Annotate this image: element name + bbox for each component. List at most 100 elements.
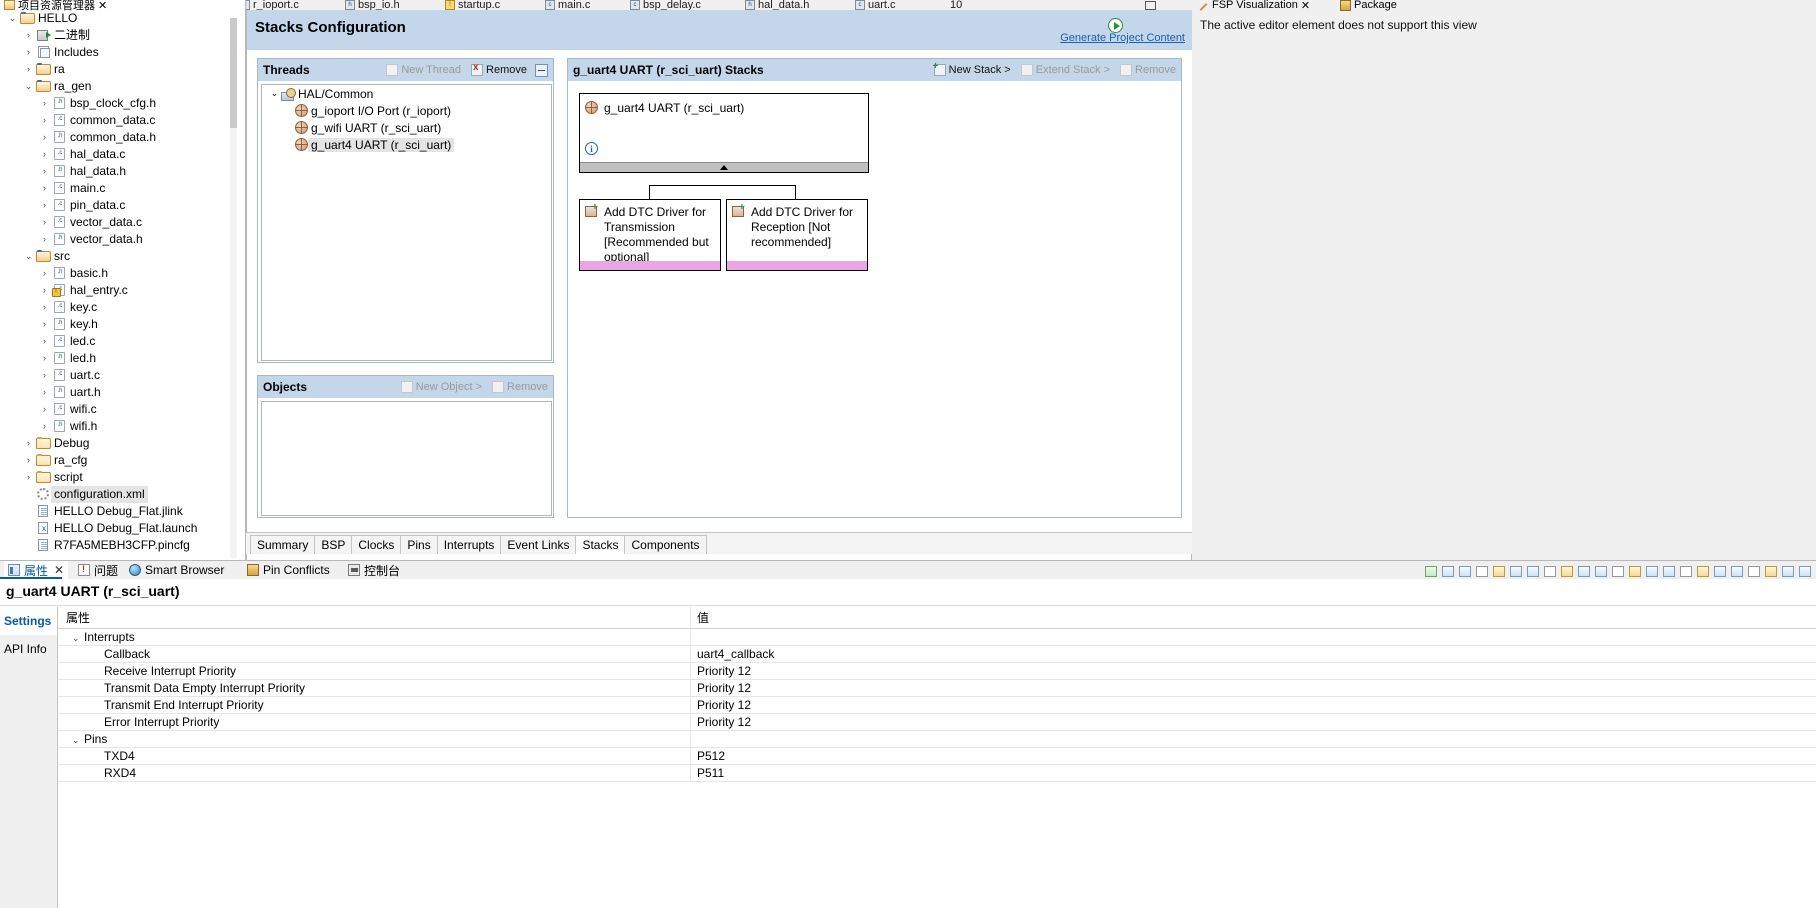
new-object-button[interactable]: New Object > [400, 381, 482, 393]
tree-item-hal-entry-c[interactable]: ›.c hal_entry.c [0, 282, 232, 299]
generate-project-content-link[interactable]: Generate Project Content [1060, 32, 1185, 44]
table-row[interactable]: ⌄ Interrupts [58, 629, 1816, 646]
tree-item-main-c[interactable]: › .c main.c [0, 180, 232, 197]
thread-item-g-ioport[interactable]: g_ioport I/O Port (r_ioport) [262, 102, 551, 119]
chevron-down-icon[interactable]: ⌄ [22, 78, 35, 95]
tree-item-vector-data-c[interactable]: › .c vector_data.c [0, 214, 232, 231]
tree-item-hello-debug-flat-jlink[interactable]: HELLO Debug_Flat.jlink [0, 503, 232, 520]
table-row[interactable]: ⌄ Pins [58, 731, 1816, 748]
tree-item-common-data-c[interactable]: › .c common_data.c [0, 112, 232, 129]
toolbar-icon-maximize[interactable] [1694, 563, 1710, 579]
chevron-down-icon[interactable]: ⌄ [22, 248, 35, 265]
chevron-right-icon[interactable]: › [38, 163, 51, 180]
tree-item-ra-cfg[interactable]: › ra_cfg [0, 452, 232, 469]
tab-components[interactable]: Components [624, 535, 707, 554]
tree-item-hello[interactable]: ⌄ HELLO [0, 10, 232, 27]
property-value[interactable]: P511 [690, 765, 1816, 781]
tab-fsp-visualization[interactable]: FSP Visualization ✕ [1198, 0, 1310, 14]
tree-item-uart-h[interactable]: › .h uart.h [0, 384, 232, 401]
tree-item-led-h[interactable]: › .h led.h [0, 350, 232, 367]
tab-clocks[interactable]: Clocks [351, 535, 402, 554]
toolbar-icon-minimize[interactable] [1677, 563, 1693, 579]
properties-table[interactable]: 属性 值 ⌄ Interrupts Callback uart4_callback Re… [58, 607, 1816, 908]
property-value[interactable]: Priority 12 [690, 680, 1816, 696]
property-value[interactable] [690, 731, 1816, 747]
chevron-right-icon[interactable]: › [22, 61, 35, 78]
chevron-right-icon[interactable]: › [38, 316, 51, 333]
tree-item-wifi-h[interactable]: › .h wifi.h [0, 418, 232, 435]
toolbar-icon-view-menu[interactable] [1660, 563, 1676, 579]
toolbar-icon-open-console[interactable] [1558, 563, 1574, 579]
table-row[interactable]: RXD4 P511 [58, 765, 1816, 782]
toolbar-icon-collapse-all[interactable] [1728, 563, 1744, 579]
chevron-down-icon[interactable]: ⌄ [72, 630, 84, 647]
toolbar-icon-scroll-lock[interactable] [1524, 563, 1540, 579]
tree-item-pin-data-c[interactable]: › .c pin_data.c [0, 197, 232, 214]
thread-item-hal-common[interactable]: ⌄ HAL/Common [262, 85, 551, 102]
chevron-down-icon[interactable]: ⌄ [72, 732, 84, 749]
tree-item-includes[interactable]: › Includes [0, 44, 232, 61]
chevron-right-icon[interactable]: › [22, 452, 35, 469]
remove-object-button[interactable]: Remove [492, 381, 548, 393]
toolbar-icon-expand-all[interactable] [1745, 563, 1761, 579]
close-icon[interactable]: ✕ [1301, 0, 1310, 12]
project-tree[interactable]: ⌄ HELLO › 二进制 › Includes › ra ⌄ ra_gen › .h bsp_cloc… [0, 10, 232, 555]
threads-tree[interactable]: ⌄ HAL/Common g_ioport I/O Port (r_ioport… [261, 84, 552, 361]
toolbar-icon-display-selected[interactable] [1507, 563, 1523, 579]
tree-item-key-c[interactable]: › .c key.c [0, 299, 232, 316]
tab-interrupts[interactable]: Interrupts [436, 535, 502, 554]
toolbar-icon-show-console[interactable] [1626, 563, 1642, 579]
chevron-right-icon[interactable]: › [38, 197, 51, 214]
chevron-right-icon[interactable]: › [38, 350, 51, 367]
table-row[interactable]: Callback uart4_callback [58, 646, 1816, 663]
property-value[interactable]: Priority 12 [690, 663, 1816, 679]
table-row[interactable]: TXD4 P512 [58, 748, 1816, 765]
chevron-right-icon[interactable]: › [38, 265, 51, 282]
property-value[interactable]: P512 [690, 748, 1816, 764]
chevron-right-icon[interactable]: › [22, 435, 35, 452]
tree-item-wifi-c[interactable]: › .c wifi.c [0, 401, 232, 418]
tab-console[interactable]: 控制台 [344, 561, 404, 579]
remove-stack-button[interactable]: Remove [1120, 64, 1176, 76]
thread-item-g-wifi-uart[interactable]: g_wifi UART (r_sci_uart) [262, 119, 551, 136]
toolbar-icon-word-wrap[interactable] [1541, 563, 1557, 579]
tree-item-vector-data-h[interactable]: › .h vector_data.h [0, 231, 232, 248]
toolbar-icon-view-menu-2[interactable] [1796, 563, 1812, 579]
new-stack-button[interactable]: New Stack > [933, 61, 1011, 76]
chevron-down-icon[interactable]: ⌄ [268, 88, 281, 99]
stack-block-g-uart4-uart[interactable]: g_uart4 UART (r_sci_uart) i [579, 93, 869, 173]
toolbar-icon-new-console[interactable] [1422, 563, 1438, 579]
toolbar-icon-restore[interactable] [1711, 563, 1727, 579]
chevron-right-icon[interactable]: › [22, 469, 35, 486]
chevron-right-icon[interactable]: › [38, 401, 51, 418]
project-tree-scrollbar[interactable] [230, 18, 237, 558]
tree-item-bsp-clock-cfg-h[interactable]: › .h bsp_clock_cfg.h [0, 95, 232, 112]
chevron-right-icon[interactable]: › [38, 95, 51, 112]
chevron-right-icon[interactable]: › [38, 112, 51, 129]
chevron-right-icon[interactable]: › [22, 27, 35, 44]
remove-thread-button[interactable]: Remove [471, 62, 527, 76]
property-value[interactable] [690, 629, 1816, 645]
tree-item-common-data-h[interactable]: › .h common_data.h [0, 129, 232, 146]
toolbar-icon-more[interactable] [1779, 563, 1795, 579]
chevron-right-icon[interactable]: › [38, 231, 51, 248]
side-tab-settings[interactable]: Settings [0, 607, 57, 635]
chevron-right-icon[interactable]: › [22, 44, 35, 61]
tab-bsp[interactable]: BSP [314, 535, 353, 554]
chevron-down-icon[interactable]: ⌄ [6, 10, 19, 27]
stacks-canvas[interactable]: g_uart4 UART (r_sci_uart) i Add DTC Driv… [569, 81, 1180, 516]
tree-item-configuration-xml[interactable]: configuration.xml [0, 486, 232, 503]
tree-item-r7fa5mebh3cfp-pincfg[interactable]: R7FA5MEBH3CFP.pincfg [0, 537, 232, 554]
chevron-right-icon[interactable]: › [38, 299, 51, 316]
chevron-right-icon[interactable]: › [38, 214, 51, 231]
toolbar-icon-remove-all[interactable] [1609, 563, 1625, 579]
chevron-right-icon[interactable]: › [38, 384, 51, 401]
tab-package[interactable]: Package [1340, 0, 1397, 14]
tree-item-[interactable]: › 二进制 [0, 27, 232, 44]
toolbar-icon-clear[interactable] [1473, 563, 1489, 579]
tree-item-ra-gen[interactable]: ⌄ ra_gen [0, 78, 232, 95]
table-row[interactable]: Receive Interrupt Priority Priority 12 [58, 663, 1816, 680]
tree-item-ra[interactable]: › ra [0, 61, 232, 78]
toolbar-icon-terminate[interactable] [1575, 563, 1591, 579]
table-row[interactable]: Transmit End Interrupt Priority Priority … [58, 697, 1816, 714]
